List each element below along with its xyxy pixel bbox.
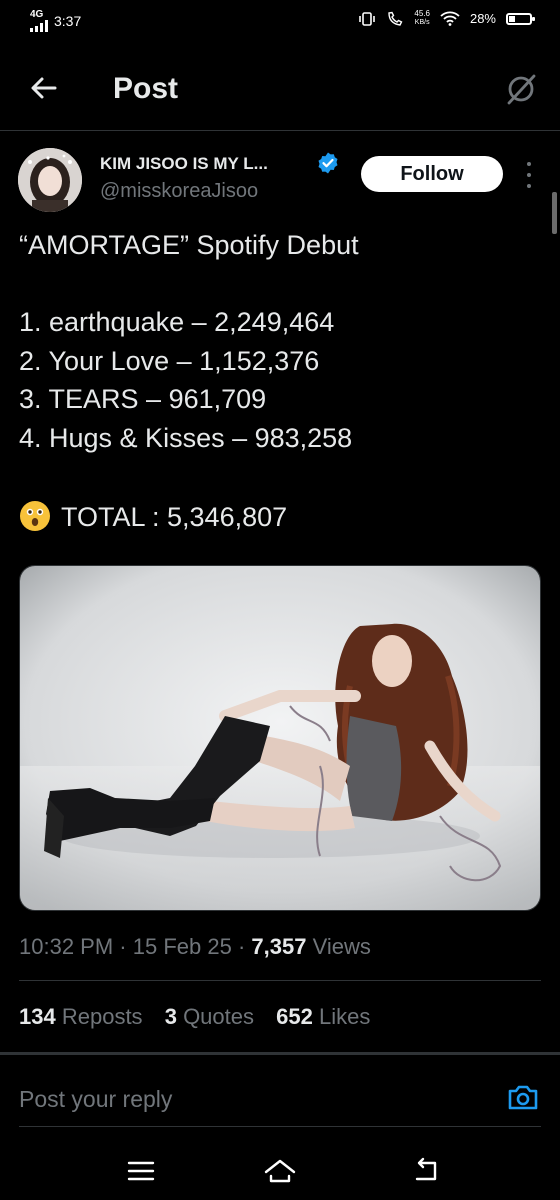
author-name[interactable]: KIM JISOO IS MY L... bbox=[100, 154, 268, 174]
reposts-stat[interactable]: 134 Reposts bbox=[19, 1004, 143, 1029]
call-wifi-icon bbox=[388, 11, 403, 26]
page-title: Post bbox=[113, 72, 179, 105]
network-speed: 45.6 KB/s bbox=[414, 9, 430, 27]
back-icon[interactable] bbox=[409, 1154, 443, 1188]
engagement-stats: 134 Reposts 3 Quotes 652 Likes bbox=[19, 1004, 386, 1030]
likes-stat[interactable]: 652 Likes bbox=[276, 1004, 370, 1029]
divider bbox=[0, 1052, 560, 1055]
views-label[interactable]: Views bbox=[313, 934, 371, 959]
avatar[interactable] bbox=[18, 148, 82, 212]
tweet-text: “AMORTAGE” Spotify Debut 1. earthquake –… bbox=[19, 226, 539, 536]
quotes-count: 3 bbox=[164, 1004, 177, 1029]
quotes-stat[interactable]: 3 Quotes bbox=[165, 1004, 254, 1029]
reposts-label: Reposts bbox=[61, 1004, 143, 1029]
tweet-line: 1. earthquake – 2,249,464 bbox=[19, 307, 335, 337]
follow-button[interactable]: Follow bbox=[361, 156, 503, 192]
verified-badge-icon bbox=[318, 152, 338, 174]
photo bbox=[20, 566, 540, 910]
post-image[interactable] bbox=[19, 565, 541, 911]
network-type: 4G bbox=[30, 9, 44, 20]
separator: · bbox=[237, 934, 246, 959]
home-icon[interactable] bbox=[263, 1154, 297, 1188]
vibrate-icon bbox=[359, 11, 376, 26]
camera-icon[interactable] bbox=[506, 1080, 540, 1114]
battery-icon bbox=[506, 12, 535, 25]
menu-icon[interactable] bbox=[124, 1154, 158, 1188]
signal-icon bbox=[30, 20, 48, 32]
author-row: KIM JISOO IS MY L... @misskoreaJisoo Fol… bbox=[18, 148, 548, 218]
status-bar: 4G 3:37 45.6 KB/s 28% bbox=[0, 0, 560, 42]
separator: · bbox=[119, 934, 127, 959]
system-nav-bar bbox=[0, 1140, 560, 1200]
likes-label: Likes bbox=[318, 1004, 371, 1029]
post-header: Post bbox=[0, 42, 560, 131]
scrollbar[interactable] bbox=[552, 192, 557, 234]
tweet-line: 2. Your Love – 1,152,376 bbox=[19, 345, 320, 376]
tweet-total-line: TOTAL : 5,346,807 bbox=[61, 501, 288, 532]
post-meta: 10:32 PM · 15 Feb 25 · 7,357 Views bbox=[19, 934, 371, 960]
battery-percent: 28% bbox=[469, 11, 496, 26]
divider bbox=[19, 1126, 541, 1127]
views-count[interactable]: 7,357 bbox=[251, 934, 306, 959]
astonished-face-emoji bbox=[20, 500, 50, 531]
tweet-line: 3. TEARS – 961,709 bbox=[19, 384, 267, 414]
post-time: 10:32 PM bbox=[19, 934, 114, 959]
grok-icon[interactable] bbox=[504, 72, 538, 106]
likes-count: 652 bbox=[276, 1004, 313, 1029]
more-vertical-icon[interactable] bbox=[518, 162, 540, 188]
reply-input[interactable] bbox=[19, 1082, 469, 1116]
back-arrow-icon[interactable] bbox=[28, 72, 60, 104]
author-handle[interactable]: @misskoreaJisoo bbox=[100, 180, 258, 203]
reposts-count: 134 bbox=[19, 1004, 56, 1029]
clock: 3:37 bbox=[54, 13, 82, 29]
wifi-icon bbox=[440, 11, 460, 26]
divider bbox=[19, 980, 541, 981]
tweet-title-line: “AMORTAGE” Spotify Debut bbox=[19, 230, 359, 260]
tweet-line: 4. Hugs & Kisses – 983,258 bbox=[19, 422, 353, 453]
quotes-label: Quotes bbox=[183, 1004, 254, 1029]
post-date: 15 Feb 25 bbox=[132, 934, 232, 959]
